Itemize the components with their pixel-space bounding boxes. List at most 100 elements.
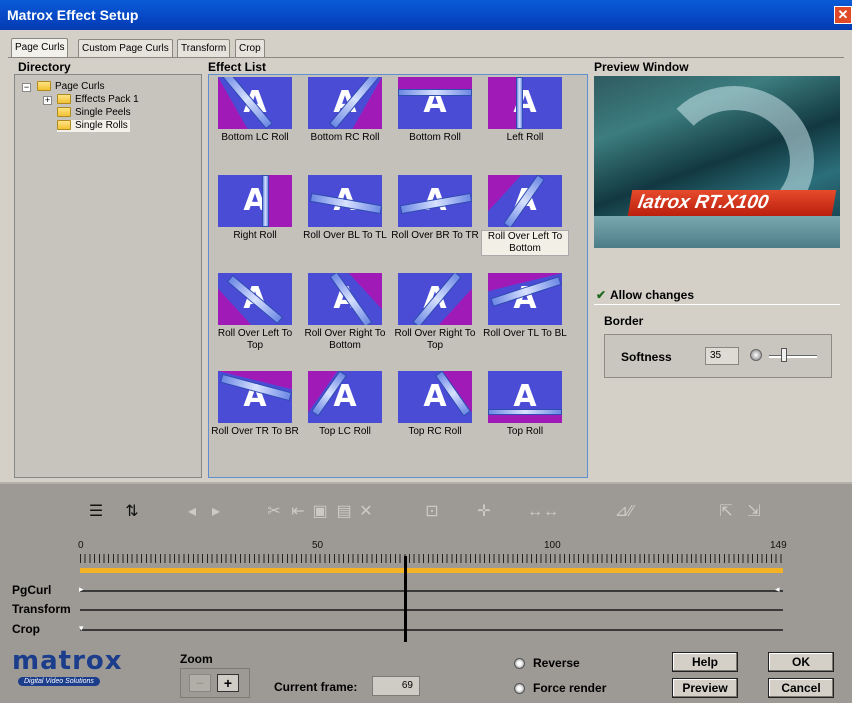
effect-item[interactable]: A Right Roll bbox=[209, 175, 301, 267]
reverse-label: Reverse bbox=[533, 656, 580, 670]
effect-thumbnail: A bbox=[308, 273, 382, 325]
next-key-icon[interactable]: ▸ bbox=[205, 502, 227, 522]
radio-icon bbox=[514, 658, 525, 670]
effect-item[interactable]: A Top LC Roll bbox=[299, 371, 391, 463]
softness-slider-thumb[interactable] bbox=[781, 348, 787, 362]
current-frame-input[interactable]: 69 bbox=[372, 676, 420, 696]
tab-crop[interactable]: Crop bbox=[235, 39, 265, 57]
tree-item-single-peels[interactable]: Single Peels bbox=[57, 107, 131, 119]
effect-thumbnail: A bbox=[488, 175, 562, 227]
track-list-icon[interactable]: ☰ bbox=[85, 502, 107, 522]
track-label-transform: Transform bbox=[12, 602, 71, 616]
border-group: Softness 35 bbox=[604, 334, 832, 378]
tree-item-page-curls[interactable]: Page Curls bbox=[37, 81, 104, 93]
effect-thumbnail: A bbox=[488, 77, 562, 129]
tree-item-label: Single Peels bbox=[75, 107, 131, 118]
tree-item-effects-pack-1[interactable]: Effects Pack 1 bbox=[57, 94, 139, 106]
divider bbox=[594, 304, 840, 305]
tab-custom-page-curls[interactable]: Custom Page Curls bbox=[78, 39, 173, 57]
keyframe-start-icon[interactable]: ▸ bbox=[79, 584, 84, 595]
effect-item[interactable]: A Roll Over Left To Bottom bbox=[479, 175, 571, 267]
effect-item[interactable]: A Roll Over Left To Top bbox=[209, 273, 301, 365]
window-title: Matrox Effect Setup bbox=[7, 7, 139, 23]
track-crop[interactable] bbox=[80, 629, 783, 631]
copy-icon[interactable]: ▣ bbox=[309, 502, 331, 522]
keyframe-start-icon[interactable]: ▾ bbox=[79, 623, 84, 634]
force-render-radio[interactable]: Force render bbox=[514, 681, 606, 695]
allow-changes-checkbox[interactable]: ✔ Allow changes bbox=[596, 288, 694, 302]
softness-keyframe-knob-icon[interactable] bbox=[750, 349, 762, 361]
center-icon[interactable]: ✛ bbox=[473, 502, 495, 522]
zoom-out-button[interactable]: − bbox=[189, 674, 211, 692]
effect-item[interactable]: A Roll Over TR To BR bbox=[209, 371, 301, 463]
reverse-icon[interactable]: ⇱ bbox=[715, 502, 737, 522]
zoom-in-button[interactable]: + bbox=[217, 674, 239, 692]
clip-range-bar[interactable] bbox=[80, 568, 783, 573]
paste-icon[interactable]: ▤ bbox=[333, 502, 355, 522]
delete-icon[interactable]: ✕ bbox=[355, 502, 377, 522]
collapse-icon[interactable]: − bbox=[22, 83, 31, 92]
interp-icon[interactable]: ⊿∕∕ bbox=[593, 502, 655, 522]
close-button[interactable]: ✕ bbox=[834, 6, 852, 24]
effect-item[interactable]: A Bottom RC Roll bbox=[299, 77, 391, 169]
tree-item-label: Effects Pack 1 bbox=[75, 94, 139, 105]
ruler-label: 100 bbox=[544, 540, 561, 551]
effect-item[interactable]: A Roll Over Right To Bottom bbox=[299, 273, 391, 365]
tab-transform[interactable]: Transform bbox=[177, 39, 231, 57]
logo-word: matrox bbox=[12, 646, 123, 676]
effect-item[interactable]: A Top Roll bbox=[479, 371, 571, 463]
frame-ruler[interactable]: 0 50 100 149 bbox=[78, 540, 787, 566]
cut-icon[interactable]: ✂ bbox=[263, 502, 285, 522]
effect-item[interactable]: A Roll Over BL To TL bbox=[299, 175, 391, 267]
reverse-radio[interactable]: Reverse bbox=[514, 656, 580, 670]
track-label-pgcurl: PgCurl bbox=[12, 583, 52, 597]
matrox-logo: matrox Digital Video Solutions bbox=[12, 648, 147, 688]
effect-item[interactable]: A Roll Over BR To TR bbox=[389, 175, 481, 267]
directory-title: Directory bbox=[18, 60, 71, 74]
help-button[interactable]: Help bbox=[672, 652, 738, 672]
current-frame-label: Current frame: bbox=[274, 680, 358, 694]
effect-thumbnail: A bbox=[398, 371, 472, 423]
preview-brand-logo: latrox RT.X100 bbox=[627, 190, 837, 216]
effect-list-title: Effect List bbox=[208, 60, 267, 74]
playhead[interactable] bbox=[404, 556, 407, 642]
effect-item[interactable]: A Bottom LC Roll bbox=[209, 77, 301, 169]
effect-item[interactable]: A Roll Over TL To BL bbox=[479, 273, 571, 365]
track-pgcurl[interactable] bbox=[80, 590, 783, 592]
expand-icon[interactable]: + bbox=[43, 96, 52, 105]
tree-item-single-rolls[interactable]: Single Rolls bbox=[57, 120, 130, 132]
effect-item[interactable]: A Roll Over Right To Top bbox=[389, 273, 481, 365]
fit-icon[interactable]: ⊡ bbox=[421, 502, 443, 522]
forward-icon[interactable]: ⇲ bbox=[743, 502, 765, 522]
track-transform[interactable] bbox=[80, 609, 783, 611]
effect-thumbnail: A bbox=[218, 371, 292, 423]
cancel-button[interactable]: Cancel bbox=[768, 678, 834, 698]
effect-thumbnail: A bbox=[218, 77, 292, 129]
ok-button[interactable]: OK bbox=[768, 652, 834, 672]
checkmark-icon: ✔ bbox=[596, 288, 607, 302]
effect-label: Roll Over BL To TL bbox=[303, 230, 387, 241]
effect-item[interactable]: A Bottom Roll bbox=[389, 77, 481, 169]
preview-button[interactable]: Preview bbox=[672, 678, 738, 698]
keyframe-end-icon[interactable]: ◂ bbox=[775, 584, 780, 595]
ease-icon[interactable]: ↔↔ bbox=[521, 502, 565, 522]
select-icon[interactable]: ⇤ bbox=[287, 502, 309, 522]
effect-label: Bottom RC Roll bbox=[310, 132, 380, 143]
effect-label: Roll Over Left To Top bbox=[217, 328, 293, 351]
effect-label-selected: Roll Over Left To Bottom bbox=[481, 230, 569, 256]
matrox-effect-setup-window: Matrox Effect Setup ✕ Page Curls Custom … bbox=[0, 0, 852, 703]
zoom-group: − + bbox=[180, 668, 250, 698]
keyframe-toggle-icon[interactable]: ⇅ bbox=[121, 502, 143, 522]
tab-page-curls[interactable]: Page Curls bbox=[11, 38, 69, 58]
radio-icon bbox=[514, 683, 525, 695]
effect-item[interactable]: A Left Roll bbox=[479, 77, 571, 169]
effect-item[interactable]: A Top RC Roll bbox=[389, 371, 481, 463]
softness-input[interactable]: 35 bbox=[705, 347, 739, 365]
effect-thumbnail: A bbox=[308, 175, 382, 227]
softness-slider[interactable] bbox=[769, 355, 817, 358]
prev-key-icon[interactable]: ◂ bbox=[181, 502, 203, 522]
effect-list: A Bottom LC Roll A Bottom RC Roll bbox=[208, 74, 588, 478]
effect-thumbnail: A bbox=[398, 273, 472, 325]
effect-thumbnail: A bbox=[308, 371, 382, 423]
preview-window: latrox RT.X100 bbox=[594, 76, 840, 248]
